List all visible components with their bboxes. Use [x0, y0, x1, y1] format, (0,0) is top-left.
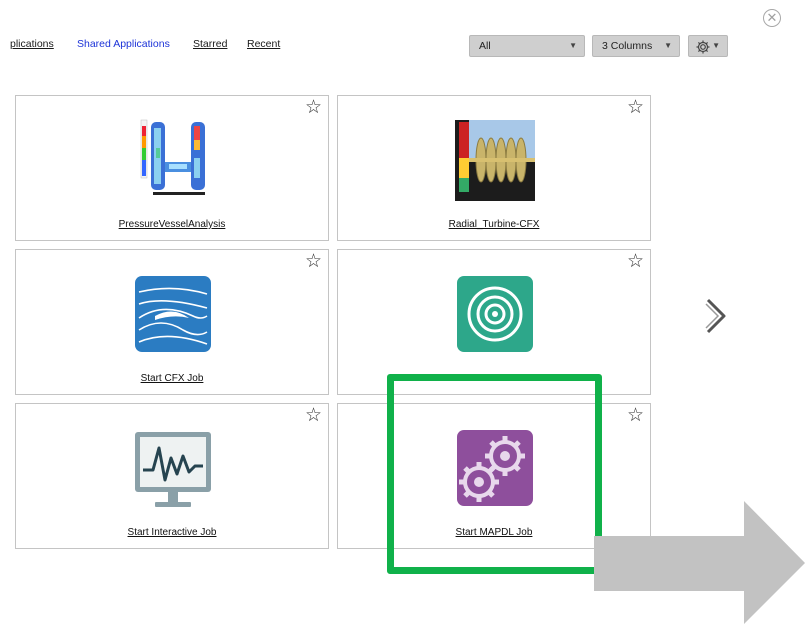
chevron-down-icon: ▼ — [664, 41, 672, 50]
close-button[interactable]: ✕ — [763, 9, 781, 27]
category-dropdown[interactable]: All ▼ — [469, 35, 585, 57]
star-icon[interactable]: ☆ — [627, 406, 644, 426]
turbine-icon — [455, 118, 535, 203]
star-icon[interactable]: ☆ — [627, 252, 644, 272]
tab-shared-applications[interactable]: Shared Applications — [77, 38, 170, 50]
columns-dropdown-value: 3 Columns — [602, 40, 653, 52]
star-icon[interactable]: ☆ — [627, 98, 644, 118]
tab-starred[interactable]: Starred — [193, 38, 227, 50]
app-card-pressure-vessel[interactable]: ☆ PressureVesselAnalysis — [15, 95, 329, 241]
app-card-label[interactable]: Start CFX Job — [16, 373, 328, 384]
app-card-start-interactive-job[interactable]: ☆ Start Interactive Job — [15, 403, 329, 549]
pressure-vessel-icon — [133, 118, 213, 203]
gear-icon — [696, 40, 710, 54]
tab-all-applications[interactable]: plications — [10, 38, 54, 50]
settings-dropdown[interactable]: ▼ — [688, 35, 728, 57]
app-card-radial-turbine[interactable]: ☆ Radial_Turbine-CFX — [337, 95, 651, 241]
category-dropdown-value: All — [479, 40, 491, 52]
columns-dropdown[interactable]: 3 Columns ▼ — [592, 35, 680, 57]
star-icon[interactable]: ☆ — [305, 252, 322, 272]
app-card-label[interactable]: PressureVesselAnalysis — [16, 219, 328, 230]
tab-recent[interactable]: Recent — [247, 38, 280, 50]
chevron-right-icon[interactable] — [704, 296, 728, 336]
fluent-icon — [455, 272, 535, 357]
highlight-box — [387, 374, 602, 574]
app-card-start-cfx-job[interactable]: ☆ Start CFX Job — [15, 249, 329, 395]
star-icon[interactable]: ☆ — [305, 98, 322, 118]
arrow-right-icon — [594, 501, 805, 624]
chevron-down-icon: ▼ — [569, 41, 577, 50]
monitor-icon — [133, 426, 213, 511]
cfx-icon — [133, 272, 213, 357]
chevron-down-icon: ▼ — [712, 41, 720, 50]
app-card-label[interactable]: Start Interactive Job — [16, 527, 328, 538]
app-card-label[interactable]: Radial_Turbine-CFX — [338, 219, 650, 230]
star-icon[interactable]: ☆ — [305, 406, 322, 426]
